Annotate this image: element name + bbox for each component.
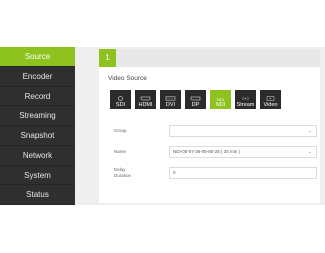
name-select[interactable]: NDI-00-07-36-05-80-25 ( 30 min ) ⌄ [169,146,317,158]
delay-label-line2: Duration [114,173,132,178]
dvi-connector-icon [165,96,176,101]
stream-icon [242,96,249,101]
source-panel: 1 Video Source SDI HDMI DVI DP NDI NDI S… [99,49,320,203]
delay-value: 0 [173,170,176,175]
source-button-dvi[interactable]: DVI [160,90,181,109]
sidebar-item-encoder[interactable]: Encoder [0,67,75,87]
displayport-connector-icon [190,96,201,101]
source-label: HDMI [138,102,153,108]
sidebar-item-status[interactable]: Status [0,185,75,205]
source-button-hdmi[interactable]: HDMI [135,90,156,109]
sidebar-item-snapshot[interactable]: Snapshot [0,126,75,146]
sidebar-item-streaming[interactable]: Streaming [0,106,75,126]
source-label: DP [191,102,200,108]
group-label: Group [114,128,127,133]
source-button-stream[interactable]: Stream [235,90,256,109]
chevron-down-icon: ⌄ [307,128,312,134]
video-file-icon [266,96,275,101]
source-button-sdi[interactable]: SDI [110,90,131,109]
video-source-buttons: SDI HDMI DVI DP NDI NDI Stream Video [110,90,281,109]
sidebar-item-network[interactable]: Network [0,146,75,166]
source-button-video[interactable]: Video [260,90,281,109]
group-select[interactable]: ⌄ [169,125,317,137]
sidebar-item-source[interactable]: Source [0,47,75,67]
chevron-down-icon: ⌄ [307,149,312,155]
source-button-ndi[interactable]: NDI NDI [210,90,231,109]
sidebar-item-system[interactable]: System [0,166,75,186]
source-label: NDI [215,102,226,108]
source-label: Stream [236,102,255,108]
sdi-connector-icon [118,96,123,101]
main-content: 1 Video Source SDI HDMI DVI DP NDI NDI S… [75,47,325,205]
source-label: Video [263,102,278,108]
hdmi-connector-icon [140,96,151,101]
tab-number-badge[interactable]: 1 [99,49,116,67]
name-value: NDI-00-07-36-05-80-25 ( 30 min ) [173,149,241,154]
sidebar-item-record[interactable]: Record [0,87,75,107]
delay-duration-label: Delay Duration [114,167,131,179]
sidebar: Source Encoder Record Streaming Snapshot… [0,47,75,205]
source-label: DVI [165,102,176,108]
app-window: Source Encoder Record Streaming Snapshot… [0,47,325,205]
delay-duration-input[interactable]: 0 [169,167,317,179]
name-label: Name [114,149,127,154]
section-title: Video Source [108,75,147,82]
source-button-dp[interactable]: DP [185,90,206,109]
source-label: SDI [115,102,126,108]
panel-header: 1 [99,49,320,67]
